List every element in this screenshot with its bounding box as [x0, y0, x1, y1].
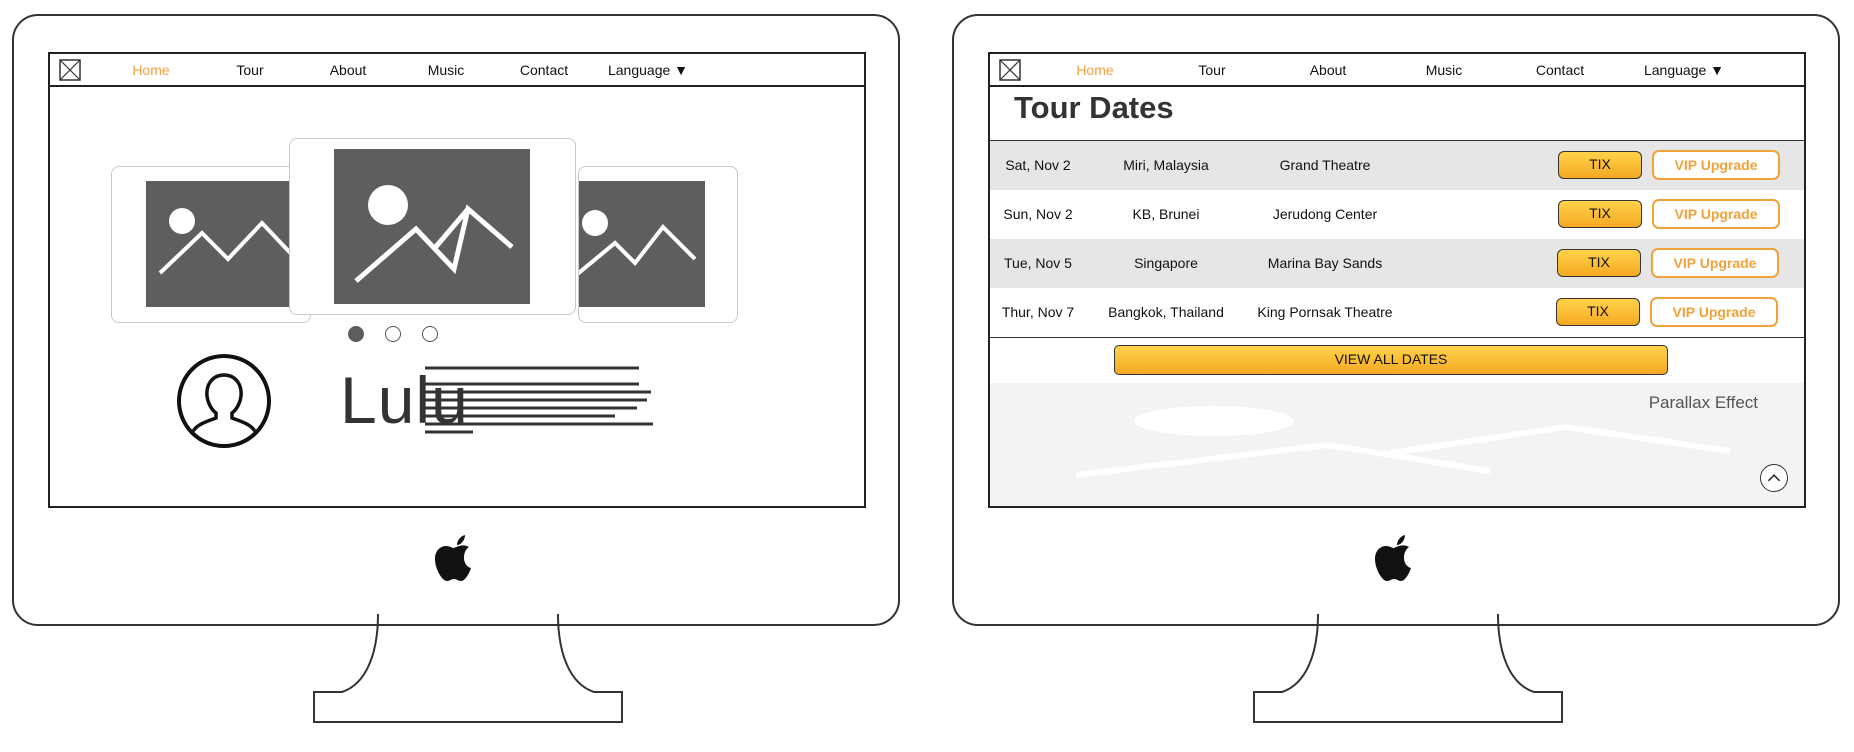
- nav-home[interactable]: Home: [132, 62, 169, 78]
- image-placeholder-icon: [579, 181, 705, 307]
- tour-screen: Home Tour About Music Contact Language ▼…: [988, 52, 1806, 508]
- scroll-to-top-chevron-up-icon[interactable]: [1760, 464, 1788, 492]
- image-placeholder-icon: [146, 181, 312, 307]
- tix-button[interactable]: TIX: [1558, 200, 1642, 228]
- monitor-stand: [1253, 614, 1563, 723]
- page-title: Tour Dates: [1014, 90, 1174, 125]
- tour-date: Sat, Nov 2: [1005, 157, 1071, 173]
- bio-text-lines: [425, 366, 653, 434]
- nav-bar: Home Tour About Music Contact Language ▼: [50, 54, 864, 87]
- home-screen: Home Tour About Music Contact Language ▼: [48, 52, 866, 508]
- nav-tour[interactable]: Tour: [236, 62, 263, 78]
- tix-button[interactable]: TIX: [1556, 298, 1640, 326]
- table-row: Sun, Nov 2 KB, Brunei Jerudong Center TI…: [990, 190, 1804, 239]
- vip-upgrade-button[interactable]: VIP Upgrade: [1651, 248, 1779, 278]
- nav-about[interactable]: About: [330, 62, 367, 78]
- table-row: Tue, Nov 5 Singapore Marina Bay Sands TI…: [990, 239, 1804, 288]
- parallax-section: Parallax Effect: [990, 383, 1804, 506]
- tour-date: Thur, Nov 7: [1001, 304, 1075, 320]
- tour-date: Sun, Nov 2: [1003, 206, 1073, 222]
- tour-location: Miri, Malaysia: [1123, 157, 1209, 173]
- monitor-tour: Home Tour About Music Contact Language ▼…: [952, 14, 1840, 626]
- tour-location: KB, Brunei: [1132, 206, 1200, 222]
- carousel-dot-3[interactable]: [422, 326, 438, 342]
- language-dropdown[interactable]: Language ▼: [1644, 62, 1724, 78]
- tour-venue: Marina Bay Sands: [1267, 255, 1383, 271]
- nav-contact[interactable]: Contact: [1536, 62, 1584, 78]
- vip-upgrade-button[interactable]: VIP Upgrade: [1652, 150, 1780, 180]
- avatar-icon: [177, 354, 271, 448]
- tix-button[interactable]: TIX: [1558, 151, 1642, 179]
- logo-placeholder-icon[interactable]: [999, 59, 1021, 81]
- carousel-slide-active[interactable]: [289, 138, 576, 315]
- carousel-slide-next[interactable]: [578, 166, 738, 323]
- tour-venue: Grand Theatre: [1279, 157, 1371, 173]
- nav-tour[interactable]: Tour: [1198, 62, 1225, 78]
- tour-venue: King Pornsak Theatre: [1257, 304, 1393, 320]
- nav-contact[interactable]: Contact: [520, 62, 568, 78]
- nav-about[interactable]: About: [1310, 62, 1347, 78]
- logo-placeholder-icon[interactable]: [59, 59, 81, 81]
- table-row: Thur, Nov 7 Bangkok, Thailand King Porns…: [990, 288, 1804, 337]
- nav-home[interactable]: Home: [1076, 62, 1113, 78]
- table-row: Sat, Nov 2 Miri, Malaysia Grand Theatre …: [990, 141, 1804, 190]
- nav-music[interactable]: Music: [428, 62, 465, 78]
- tour-location: Bangkok, Thailand: [1108, 304, 1224, 320]
- parallax-label: Parallax Effect: [1648, 393, 1758, 412]
- tour-location: Singapore: [1134, 255, 1198, 271]
- apple-logo-icon: [435, 535, 471, 581]
- nav-music[interactable]: Music: [1426, 62, 1463, 78]
- carousel-dot-2[interactable]: [385, 326, 401, 342]
- apple-logo-icon: [1375, 535, 1411, 581]
- monitor-stand: [313, 614, 623, 723]
- tour-venue: Jerudong Center: [1272, 206, 1378, 222]
- vip-upgrade-button[interactable]: VIP Upgrade: [1650, 297, 1778, 327]
- language-dropdown[interactable]: Language ▼: [608, 62, 688, 78]
- tour-date: Tue, Nov 5: [1004, 255, 1072, 271]
- tour-dates-table: Sat, Nov 2 Miri, Malaysia Grand Theatre …: [990, 140, 1804, 338]
- nav-bar: Home Tour About Music Contact Language ▼: [990, 54, 1804, 87]
- tix-button[interactable]: TIX: [1557, 249, 1641, 277]
- view-all-dates-button[interactable]: VIEW ALL DATES: [1114, 345, 1668, 375]
- image-placeholder-icon: [334, 149, 530, 304]
- carousel-slide-prev[interactable]: [111, 166, 312, 323]
- vip-upgrade-button[interactable]: VIP Upgrade: [1652, 199, 1780, 229]
- carousel-dot-1[interactable]: [348, 326, 364, 342]
- monitor-home: Home Tour About Music Contact Language ▼: [12, 14, 900, 626]
